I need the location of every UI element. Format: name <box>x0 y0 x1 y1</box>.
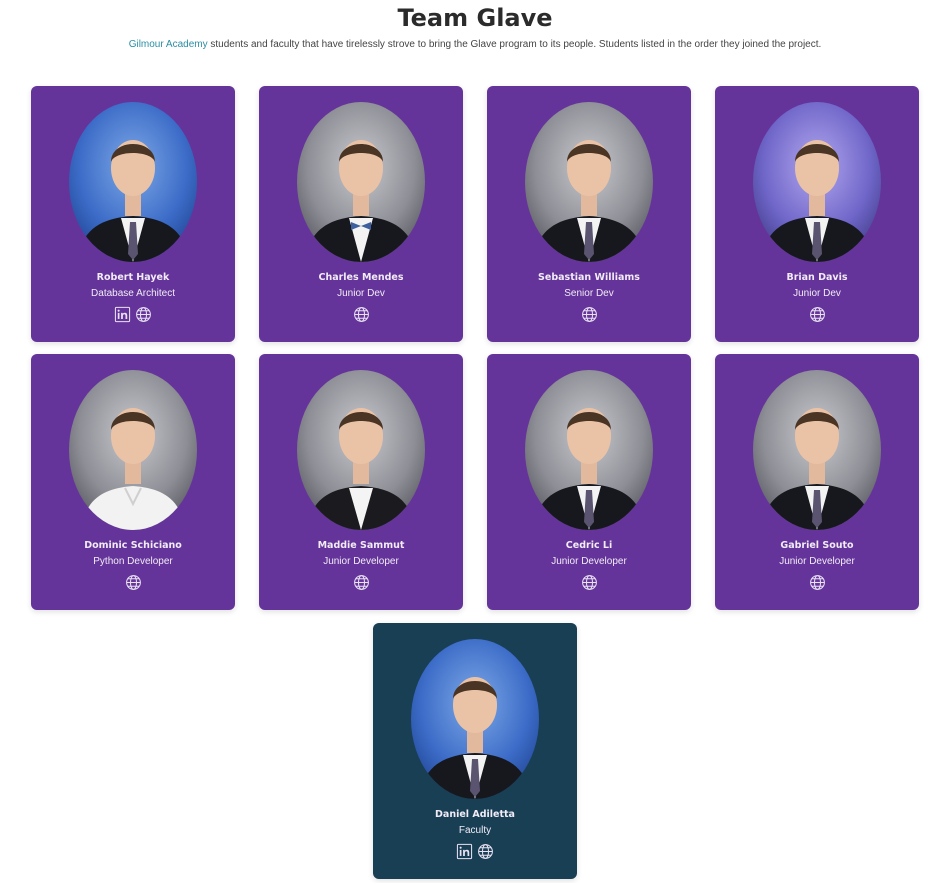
member-links <box>715 574 919 592</box>
globe-icon[interactable] <box>809 306 826 323</box>
globe-icon[interactable] <box>353 574 370 591</box>
globe-icon[interactable] <box>581 306 598 323</box>
member-card: Dominic Schiciano Python Developer <box>31 354 235 610</box>
member-role: Junior Dev <box>337 288 385 299</box>
globe-icon[interactable] <box>809 574 826 591</box>
member-role: Junior Dev <box>793 288 841 299</box>
page-title: Team Glave <box>397 4 553 32</box>
member-card: Gabriel Souto Junior Developer <box>715 354 919 610</box>
member-role: Junior Developer <box>779 556 855 567</box>
member-links <box>31 574 235 592</box>
member-role: Database Architect <box>91 288 175 299</box>
member-photo <box>411 639 539 799</box>
member-card: Maddie Sammut Junior Developer <box>259 354 463 610</box>
member-links <box>259 306 463 324</box>
linkedin-icon[interactable] <box>456 843 473 860</box>
member-photo <box>525 102 653 262</box>
globe-icon[interactable] <box>353 306 370 323</box>
member-card: Brian Davis Junior Dev <box>715 86 919 342</box>
faculty-card: Daniel Adiletta Faculty <box>373 623 577 879</box>
globe-icon[interactable] <box>581 574 598 591</box>
member-role: Python Developer <box>93 556 173 567</box>
member-links <box>487 574 691 592</box>
member-links <box>259 574 463 592</box>
globe-icon[interactable] <box>135 306 152 323</box>
member-card: Cedric Li Junior Developer <box>487 354 691 610</box>
gilmour-academy-link[interactable]: Gilmour Academy <box>129 39 208 50</box>
member-photo <box>69 370 197 530</box>
member-photo <box>297 102 425 262</box>
member-name: Daniel Adiletta <box>435 809 515 820</box>
member-name: Gabriel Souto <box>780 540 854 551</box>
member-role: Junior Developer <box>551 556 627 567</box>
globe-icon[interactable] <box>125 574 142 591</box>
member-role: Senior Dev <box>564 288 614 299</box>
subtitle-text: students and faculty that have tirelessl… <box>207 39 822 50</box>
member-photo <box>753 370 881 530</box>
member-photo <box>297 370 425 530</box>
globe-icon[interactable] <box>477 843 494 860</box>
member-links <box>487 306 691 324</box>
member-name: Dominic Schiciano <box>84 540 182 551</box>
member-card: Robert Hayek Database Architect <box>31 86 235 342</box>
member-name: Charles Mendes <box>318 272 404 283</box>
member-role: Junior Developer <box>323 556 399 567</box>
member-name: Cedric Li <box>565 540 613 551</box>
page-subtitle: Gilmour Academy students and faculty tha… <box>0 39 950 50</box>
member-name: Maddie Sammut <box>317 540 405 551</box>
member-name: Robert Hayek <box>96 272 170 283</box>
member-card: Sebastian Williams Senior Dev <box>487 86 691 342</box>
member-links <box>715 306 919 324</box>
member-photo <box>69 102 197 262</box>
member-photo <box>525 370 653 530</box>
member-links <box>31 306 235 324</box>
member-links <box>373 843 577 861</box>
linkedin-icon[interactable] <box>114 306 131 323</box>
member-name: Brian Davis <box>786 272 848 283</box>
member-name: Sebastian Williams <box>538 272 640 283</box>
member-card: Charles Mendes Junior Dev <box>259 86 463 342</box>
member-role: Faculty <box>458 825 492 836</box>
member-photo <box>753 102 881 262</box>
